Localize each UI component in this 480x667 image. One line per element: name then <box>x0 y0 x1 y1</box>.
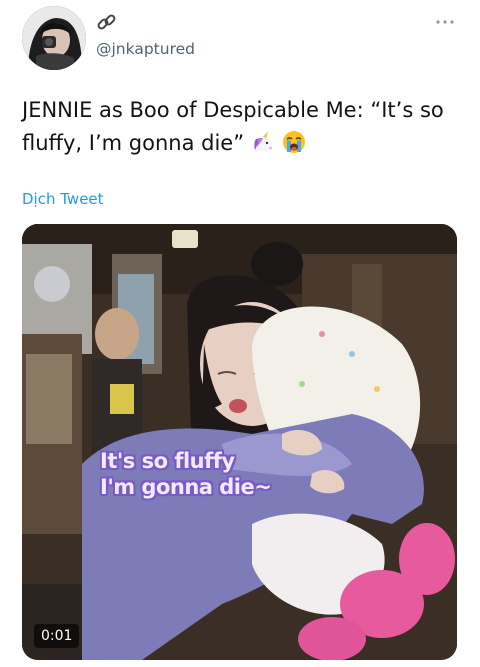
author-info: @jnkaptured <box>96 12 195 58</box>
video-timestamp: 0:01 <box>34 624 80 648</box>
tweet-header: @jnkaptured <box>22 4 466 74</box>
loudly-crying-face-icon <box>282 130 306 164</box>
video-player[interactable]: It's so fluffy I'm gonna die~ 0:01 <box>22 224 457 660</box>
translate-tweet-link[interactable]: Dịch Tweet <box>22 190 104 208</box>
unicorn-icon <box>250 130 276 164</box>
more-options-button[interactable] <box>430 12 460 32</box>
video-frame <box>22 224 457 660</box>
video-caption: It's so fluffy I'm gonna die~ <box>100 448 272 500</box>
avatar[interactable] <box>22 6 86 70</box>
tweet-text: JENNIE as Boo of Despicable Me: “It’s so… <box>22 94 462 164</box>
link-icon <box>96 12 118 34</box>
more-dots-icon <box>436 20 454 24</box>
tweet-text-body: JENNIE as Boo of Despicable Me: “It’s so… <box>22 98 444 155</box>
caption-line-1: It's so fluffy <box>100 449 235 473</box>
display-name[interactable] <box>96 12 195 34</box>
author-handle[interactable]: @jnkaptured <box>96 40 195 58</box>
caption-line-2: I'm gonna die~ <box>100 475 272 499</box>
